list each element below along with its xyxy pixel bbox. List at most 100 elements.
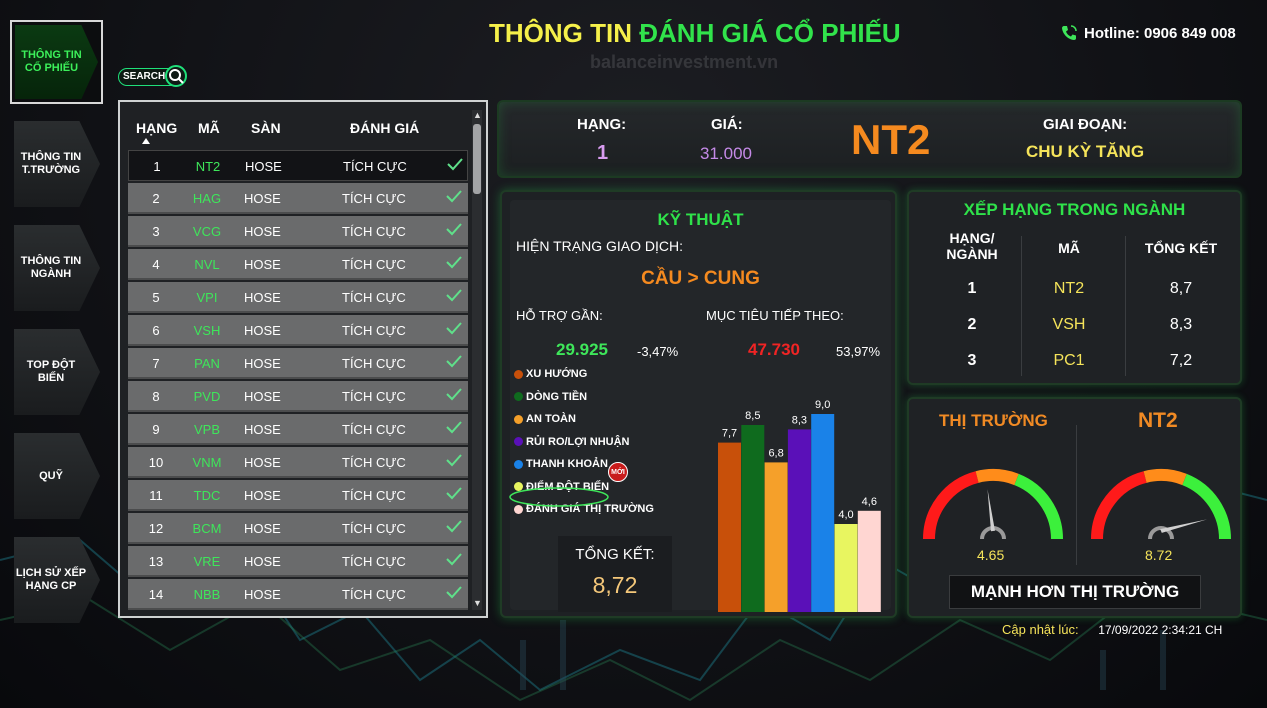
table-row[interactable]: 10 VNM HOSE TÍCH CỰC [128, 447, 468, 478]
table-row[interactable]: 11 TDC HOSE TÍCH CỰC [128, 480, 468, 511]
sidebar-item-fund[interactable]: QUỸ [14, 433, 100, 519]
technical-title: KỸ THUẬT [657, 210, 744, 229]
column-header-rating[interactable]: ĐÁNH GIÁ [350, 120, 419, 136]
search-button[interactable]: SEARCH [118, 64, 190, 90]
scroll-down-arrow-icon[interactable]: ▼ [473, 598, 482, 608]
technical-panel: KỸ THUẬT HIỆN TRẠNG GIAO DỊCH: CẦU > CUN… [500, 190, 897, 618]
row-code: PAN [194, 356, 220, 371]
support-label: HỖ TRỢ GẦN: [516, 308, 603, 323]
row-code: VNM [192, 455, 222, 470]
sector-row-code: NT2 [1053, 280, 1085, 297]
phase-value: CHU KỲ TĂNG [1026, 142, 1145, 161]
check-icon [446, 585, 462, 602]
row-code: TDC [193, 488, 221, 503]
highlight-ring [509, 487, 609, 507]
total-score-value: 8,72 [592, 572, 638, 598]
new-badge: MỚI [608, 462, 628, 482]
row-exchange: HOSE [244, 224, 281, 239]
market-gauge [923, 469, 1063, 540]
table-row[interactable]: 3 VCG HOSE TÍCH CỰC [128, 216, 468, 247]
table-row[interactable]: 14 NBB HOSE TÍCH CỰC [128, 579, 468, 610]
row-code: VSH [193, 323, 221, 338]
sector-row-total: 8,7 [1169, 280, 1193, 297]
check-icon [447, 157, 463, 174]
table-row[interactable]: 7 PAN HOSE TÍCH CỰC [128, 348, 468, 379]
row-exchange: HOSE [244, 257, 281, 272]
last-updated-value: 17/09/2022 2:34:21 CH [1098, 623, 1223, 637]
row-rating: TÍCH CỰC [342, 389, 406, 404]
gauge-arc [1014, 473, 1063, 540]
row-rank: 1 [153, 159, 161, 174]
row-rank: 14 [148, 587, 164, 602]
row-rank: 4 [152, 257, 160, 272]
scrollbar-thumb[interactable] [473, 124, 481, 194]
row-rating: TÍCH CỰC [342, 455, 406, 470]
sidebar-item-stock-info[interactable]: THÔNG TIN CỔ PHIẾU [10, 20, 103, 104]
stock-summary-panel: HẠNG: 1 GIÁ: 31.000 NT2 GIAI ĐOẠN: CHU K… [497, 100, 1242, 178]
row-code: VPI [196, 290, 218, 305]
hotline-text: Hotline: 0906 849 008 [1084, 24, 1236, 42]
sector-col-rank: HẠNG/ NGÀNH [946, 230, 998, 262]
legend-label: XU HƯỚNG [526, 368, 588, 380]
bar[interactable] [741, 425, 765, 612]
row-code: NVL [194, 257, 220, 272]
column-header-exchange[interactable]: SÀN [251, 120, 281, 136]
sidebar-item-rank-history[interactable]: LỊCH SỬ XẾP HẠNG CP [14, 537, 100, 623]
table-row[interactable]: 5 VPI HOSE TÍCH CỰC [128, 282, 468, 313]
legend-item: RỦI RO/LỢI NHUẬN [514, 436, 630, 448]
sector-row-code: VSH [1052, 316, 1086, 333]
bar[interactable] [811, 414, 835, 612]
bar-value-label: 4,6 [862, 496, 877, 508]
table-row[interactable]: 12 BCM HOSE TÍCH CỰC [128, 513, 468, 544]
sidebar-item-top-breakout[interactable]: TOP ĐỘT BIẾN [14, 329, 100, 415]
row-exchange: HOSE [244, 521, 281, 536]
bar[interactable] [718, 442, 741, 612]
check-icon [446, 255, 462, 272]
bar[interactable] [787, 429, 811, 612]
gauge-arc [923, 471, 979, 540]
stock-gauge [1091, 469, 1231, 540]
legend-label: THANH KHOẢN [526, 458, 608, 470]
divider [1125, 236, 1126, 376]
bar-value-label: 9,0 [815, 399, 830, 411]
scroll-up-arrow-icon[interactable]: ▲ [473, 110, 482, 120]
price-value: 31.000 [700, 144, 752, 163]
table-row[interactable]: 6 VSH HOSE TÍCH CỰC [128, 315, 468, 346]
target-value: 47.730 [748, 340, 800, 359]
column-header-code[interactable]: MÃ [198, 120, 220, 136]
divider [1076, 425, 1077, 565]
check-icon [446, 486, 462, 503]
row-rating: TÍCH CỰC [342, 290, 406, 305]
sector-row-code: PC1 [1053, 352, 1085, 369]
sort-ascending-icon [142, 138, 150, 144]
column-header-rank[interactable]: HẠNG [136, 120, 177, 136]
row-rank: 5 [152, 290, 160, 305]
table-row[interactable]: 9 VPB HOSE TÍCH CỰC [128, 414, 468, 445]
table-scrollbar[interactable]: ▲ ▼ [472, 110, 482, 610]
bar[interactable] [834, 524, 858, 612]
sidebar-item-sector-info[interactable]: THÔNG TIN NGÀNH [14, 225, 100, 311]
row-rank: 8 [152, 389, 160, 404]
legend-swatch [514, 369, 523, 379]
bar[interactable] [764, 462, 788, 612]
legend-item: DÒNG TIỀN [514, 391, 587, 403]
bar-value-label: 6,8 [768, 447, 783, 459]
rank-value: 1 [597, 142, 609, 164]
table-row[interactable]: 2 HAG HOSE TÍCH CỰC [128, 183, 468, 214]
table-row[interactable]: 1 NT2 HOSE TÍCH CỰC [128, 150, 468, 181]
legend-swatch [514, 414, 523, 424]
row-rank: 12 [148, 521, 164, 536]
sidebar-item-label: THÔNG TIN NGÀNH [20, 255, 82, 280]
table-row[interactable]: 8 PVD HOSE TÍCH CỰC [128, 381, 468, 412]
table-row[interactable]: 4 NVL HOSE TÍCH CỰC [128, 249, 468, 280]
check-icon [446, 222, 462, 239]
table-row[interactable]: 13 VRE HOSE TÍCH CỰC [128, 546, 468, 577]
phase-label: GIAI ĐOẠN: [1043, 116, 1128, 133]
sidebar-item-market-info[interactable]: THÔNG TIN T.TRƯỜNG [14, 121, 100, 207]
search-icon [165, 65, 187, 87]
sector-ranking-panel: XẾP HẠNG TRONG NGÀNH HẠNG/ NGÀNH MÃ TỔNG… [907, 190, 1242, 385]
bar[interactable] [857, 510, 881, 612]
legend-label: DÒNG TIỀN [526, 390, 588, 403]
gauge-needle [1160, 519, 1208, 533]
support-percent: -3,47% [637, 344, 679, 359]
